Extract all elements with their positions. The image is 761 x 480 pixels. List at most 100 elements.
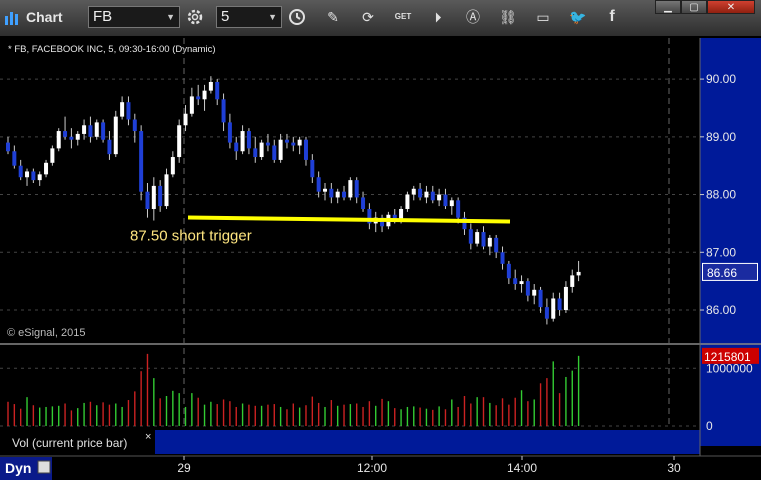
candle-body <box>196 96 201 100</box>
candle-body <box>50 148 55 163</box>
candle-body <box>525 281 530 296</box>
time-tick-label: 29 <box>177 461 191 475</box>
candle-body <box>430 191 435 201</box>
candle-body <box>139 131 144 192</box>
candle-body <box>361 197 366 209</box>
candle-body <box>487 237 492 247</box>
candle-body <box>342 191 347 198</box>
candle-body <box>18 165 23 178</box>
last-volume-label: 1215801 <box>704 350 751 364</box>
candle-body <box>316 177 321 192</box>
candle-body <box>82 125 87 134</box>
candle-body <box>215 81 220 100</box>
price-tick-label: 88.00 <box>706 188 736 202</box>
volume-close-icon[interactable]: × <box>145 431 151 443</box>
candle-body <box>259 142 264 158</box>
candle-body <box>12 151 17 166</box>
candle-body <box>183 113 188 126</box>
candle-body <box>513 278 518 285</box>
time-tick-label: 12:00 <box>357 461 387 475</box>
candle-body <box>329 188 334 198</box>
close-icon[interactable]: ✕ <box>707 0 755 14</box>
candle-body <box>456 200 461 218</box>
interval-value: 5 <box>221 8 230 25</box>
candle-body <box>202 90 207 100</box>
candle-body <box>506 263 511 279</box>
candle-body <box>170 157 175 175</box>
candle-body <box>88 125 93 137</box>
candle-body <box>44 162 49 175</box>
candle-body <box>37 174 42 181</box>
facebook-icon[interactable]: f <box>601 7 623 27</box>
symbol-value: FB <box>93 8 113 25</box>
candle-body <box>424 191 429 198</box>
candle-body <box>551 298 556 319</box>
time-tick-label: 14:00 <box>507 461 537 475</box>
last-price-label: 86.66 <box>707 266 737 280</box>
candle-body <box>303 139 308 160</box>
candle-body <box>272 145 277 160</box>
candle-body <box>500 252 505 264</box>
candle-body <box>253 148 258 158</box>
candle-body <box>310 159 315 178</box>
maximize-icon[interactable]: ▢ <box>681 0 707 14</box>
candle-body <box>227 122 232 143</box>
link-icon[interactable]: ⛓ <box>497 7 519 27</box>
candle-body <box>443 194 448 207</box>
price-tick-label: 86.00 <box>706 303 736 317</box>
candle-body <box>164 174 169 207</box>
candle-body <box>145 191 150 209</box>
toolbar: Chart FB ▼ 5 ▼ ✎ ⟳ GET ⏵ Ⓐ ⛓ ▭ 🐦 f ▁ ▢ ✕ <box>0 0 761 37</box>
volume-tick-label: 0 <box>706 419 713 433</box>
candle-body <box>151 185 156 209</box>
twitter-icon[interactable]: 🐦 <box>567 7 589 27</box>
candle-body <box>405 194 410 209</box>
price-chart[interactable]: Vol (current price bar) × Dyn * FB, FACE… <box>0 36 761 480</box>
minimize-icon[interactable]: ▁ <box>655 0 681 14</box>
refresh-icon[interactable]: ⟳ <box>357 7 379 27</box>
candle-body <box>532 289 537 296</box>
candle-body <box>107 139 112 155</box>
copyright: © eSignal, 2015 <box>7 327 85 339</box>
candle-body <box>278 139 283 160</box>
chart-app-icon <box>5 12 18 25</box>
candle-body <box>265 142 270 146</box>
time-tick-label: 30 <box>667 461 681 475</box>
candle-body <box>449 200 454 207</box>
symbol-input[interactable]: FB ▼ <box>88 6 180 28</box>
candle-body <box>437 194 442 201</box>
chart-background <box>0 36 761 480</box>
lock-icon[interactable] <box>37 460 51 474</box>
clock-icon[interactable] <box>286 7 308 27</box>
candle-body <box>519 281 524 285</box>
candle-body <box>576 271 581 276</box>
interval-input[interactable]: 5 ▼ <box>216 6 282 28</box>
candle-body <box>94 122 99 137</box>
candle-body <box>63 131 68 137</box>
candle-body <box>25 171 30 178</box>
volume-label: Vol (current price bar) <box>12 436 127 450</box>
alert-icon[interactable]: Ⓐ <box>462 7 484 27</box>
candle-body <box>177 125 182 158</box>
play-icon[interactable]: ⏵ <box>427 7 449 27</box>
gear-icon[interactable] <box>184 7 206 27</box>
chevron-down-icon[interactable]: ▼ <box>268 7 277 27</box>
candle-body <box>132 119 137 132</box>
get-icon[interactable]: GET <box>392 7 414 27</box>
candle-body <box>56 131 61 149</box>
candle-body <box>31 171 36 181</box>
candle-body <box>158 185 163 207</box>
candle-body <box>69 136 74 140</box>
candle-body <box>291 142 296 146</box>
pencil-icon[interactable]: ✎ <box>322 7 344 27</box>
candle-body <box>240 131 245 152</box>
candle-body <box>475 232 480 244</box>
candle-body <box>468 229 473 244</box>
comment-icon[interactable]: ▭ <box>532 7 554 27</box>
candle-body <box>75 133 80 140</box>
chevron-down-icon[interactable]: ▼ <box>166 7 175 27</box>
candle-body <box>208 81 213 91</box>
candle-body <box>563 286 568 311</box>
trigger-label: 87.50 short trigger <box>130 228 252 245</box>
candle-body <box>544 307 549 319</box>
